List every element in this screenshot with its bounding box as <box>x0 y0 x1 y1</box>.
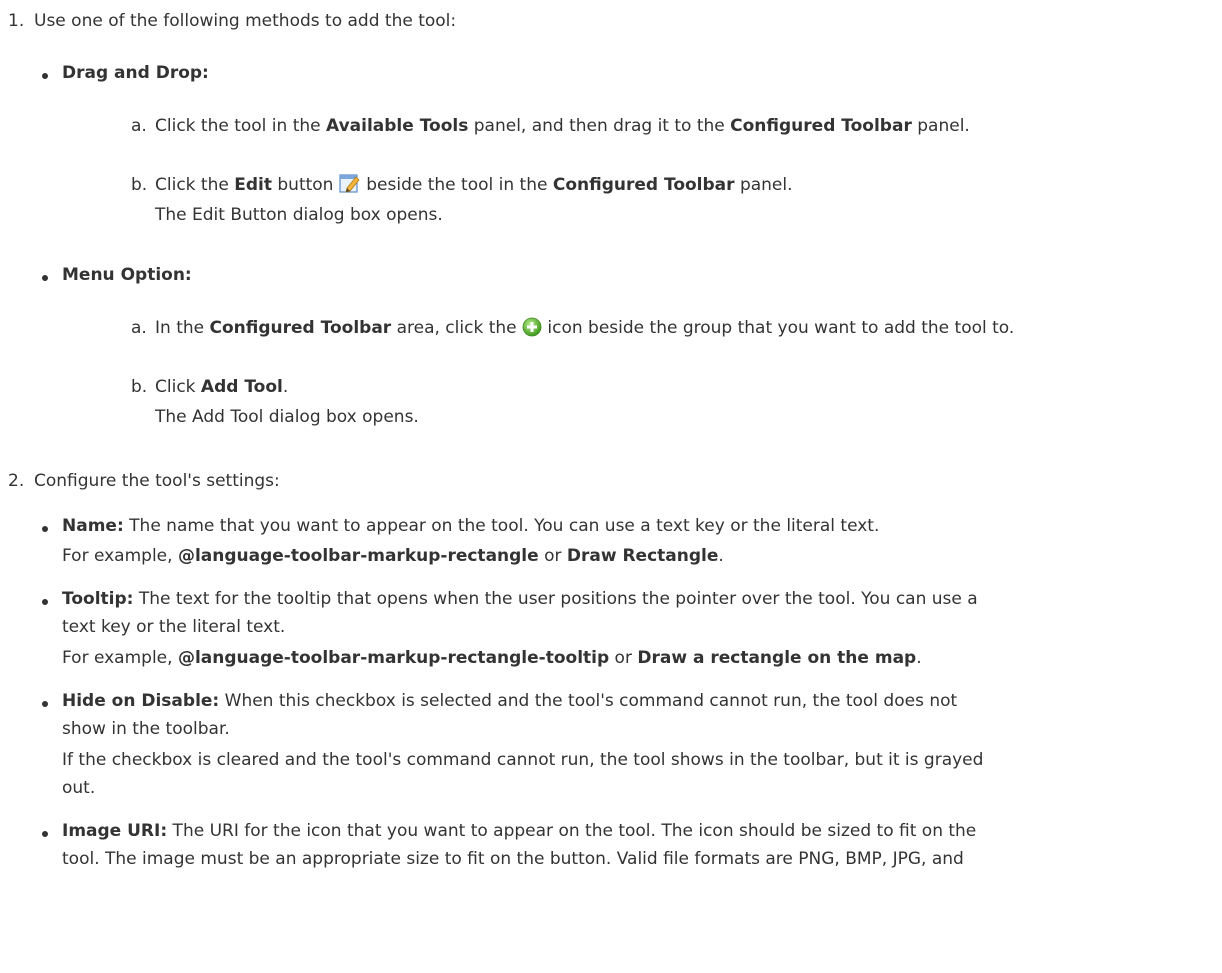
step-2-text: Configure the tool's settings: <box>34 471 280 491</box>
step-1-text: Use one of the following methods to add … <box>34 11 457 31</box>
menu-option-step-b: Click Add Tool. <box>155 377 289 397</box>
setting-hide-on-disable-cont: out. <box>62 778 96 798</box>
sub-step-letter: a. <box>131 318 147 338</box>
setting-name-example: For example, @language-toolbar-markup-re… <box>62 546 724 566</box>
drag-drop-step-b: Click the Edit button beside the tool in… <box>155 170 793 204</box>
sub-step-letter: a. <box>131 116 147 136</box>
menu-option-step-b-note: The Add Tool dialog box opens. <box>155 407 419 427</box>
drag-drop-step-b-note: The Edit Button dialog box opens. <box>155 205 443 225</box>
add-circle-icon <box>522 317 542 347</box>
step-2-number: 2. <box>8 471 25 491</box>
drag-drop-title: Drag and Drop: <box>62 63 209 83</box>
bullet <box>42 275 48 281</box>
setting-hide-on-disable: Hide on Disable: When this checkbox is s… <box>62 691 958 711</box>
setting-tooltip-example: For example, @language-toolbar-markup-re… <box>62 648 922 668</box>
menu-option-title: Menu Option: <box>62 265 192 285</box>
bullet <box>42 73 48 79</box>
sub-step-letter: b. <box>131 377 148 397</box>
setting-hide-on-disable-cont: show in the toolbar. <box>62 719 230 739</box>
drag-drop-step-a: Click the tool in the Available Tools pa… <box>155 116 970 136</box>
bullet <box>42 831 48 837</box>
setting-image-uri-cont: tool. The image must be an appropriate s… <box>62 849 964 869</box>
sub-step-letter: b. <box>131 175 148 195</box>
document: 1. Use one of the following methods to a… <box>0 0 1222 973</box>
setting-image-uri: Image URI: The URI for the icon that you… <box>62 821 977 841</box>
setting-hide-on-disable-cont: If the checkbox is cleared and the tool'… <box>62 750 984 770</box>
setting-tooltip: Tooltip: The text for the tooltip that o… <box>62 589 978 609</box>
bullet <box>42 599 48 605</box>
bullet <box>42 526 48 532</box>
setting-tooltip-cont: text key or the literal text. <box>62 617 286 637</box>
bullet <box>42 701 48 707</box>
menu-option-step-a: In the Configured Toolbar area, click th… <box>155 313 1014 347</box>
setting-name: Name: The name that you want to appear o… <box>62 516 880 536</box>
step-1-number: 1. <box>8 11 25 31</box>
